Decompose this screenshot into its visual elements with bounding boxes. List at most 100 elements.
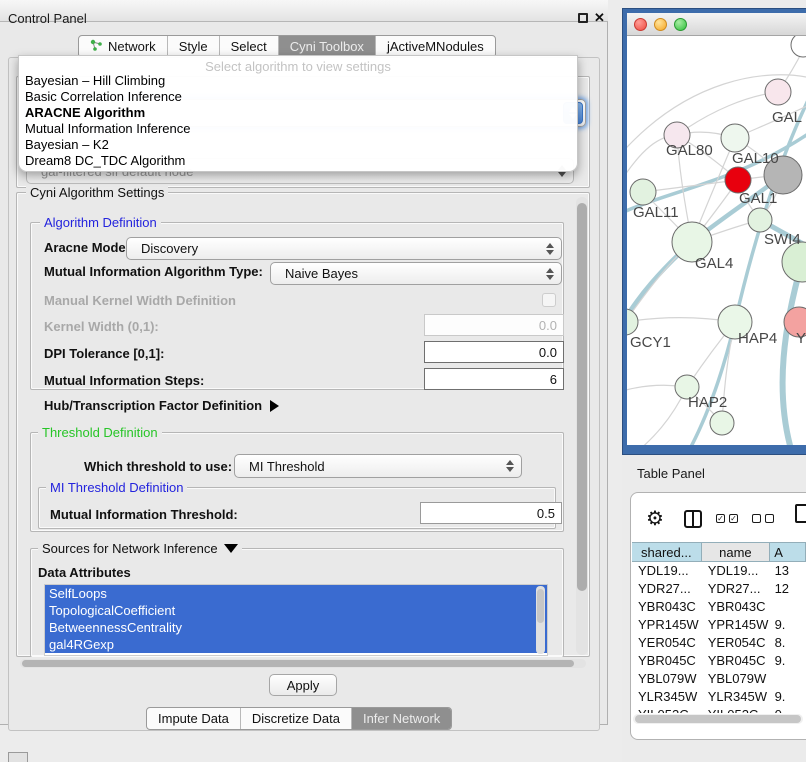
mi-type-combobox[interactable]: Naive Bayes [270, 262, 562, 285]
unchecked-checkbox-icon[interactable] [752, 514, 761, 523]
checked-checkbox-icon[interactable] [729, 514, 738, 523]
algorithm-option[interactable]: Bayesian – K2 [19, 137, 577, 153]
unchecked-checkbox-icon[interactable] [765, 514, 774, 523]
data-attribute-item[interactable]: gal4RGexp [45, 636, 547, 653]
dock-chip[interactable] [8, 752, 28, 762]
network-node[interactable] [627, 309, 638, 335]
algorithm-option[interactable]: Bayesian – Hill Climbing [19, 73, 577, 89]
data-attribute-item[interactable]: SelfLoops [45, 585, 547, 602]
algorithm-list: Bayesian – Hill ClimbingBasic Correlatio… [19, 73, 577, 169]
tab-style[interactable]: Style [168, 36, 220, 57]
settings-horizontal-scrollbar-thumb[interactable] [22, 660, 574, 667]
checked-checkbox-icon[interactable] [716, 514, 725, 523]
tab-jactivemnodules[interactable]: jActiveMNodules [376, 36, 495, 57]
data-attribute-item[interactable]: TopologicalCoefficient [45, 602, 547, 619]
close-traffic-light-icon[interactable] [634, 18, 647, 31]
table-cell: 13 [771, 562, 806, 580]
column-header-shared-name[interactable]: shared... [632, 542, 702, 562]
table-cell: YDR27... [702, 580, 771, 598]
combobox-stepper-icon [502, 455, 518, 477]
table-row[interactable]: YDR27...YDR27...12 [632, 580, 806, 598]
algorithm-option[interactable]: Basic Correlation Inference [19, 89, 577, 105]
list-scrollbar-thumb[interactable] [537, 589, 544, 623]
tab-discretize-data[interactable]: Discretize Data [241, 708, 352, 729]
network-node[interactable] [630, 179, 656, 205]
table-cell: YBR045C [632, 652, 702, 670]
network-node[interactable] [765, 79, 791, 105]
node-label: HAP4 [738, 330, 777, 347]
collapse-arrow-icon [224, 544, 238, 553]
tab-infer-network[interactable]: Infer Network [352, 708, 451, 729]
table-cell: YDL19... [702, 562, 771, 580]
close-icon[interactable]: ✕ [594, 10, 605, 26]
screen: Control Panel ✕ Network Style Select Cyn… [0, 0, 806, 762]
network-edge[interactable] [643, 180, 738, 192]
table-cell: YPR145W [702, 616, 771, 634]
hub-definition-expander[interactable]: Hub/Transcription Factor Definition [44, 398, 279, 413]
zoom-traffic-light-icon[interactable] [674, 18, 687, 31]
node-label: GAL [772, 109, 802, 126]
tab-network[interactable]: Network [79, 36, 168, 57]
network-node[interactable] [710, 411, 734, 435]
tab-impute-data[interactable]: Impute Data [147, 708, 241, 729]
settings-vertical-scrollbar-thumb[interactable] [577, 203, 587, 591]
column-header-partial[interactable]: A [770, 542, 806, 562]
table-cell: YBR043C [702, 598, 771, 616]
manual-kernel-checkbox[interactable] [542, 293, 556, 307]
table-cell: 9. [771, 688, 806, 706]
columns-icon[interactable] [684, 510, 702, 528]
network-node[interactable] [782, 242, 806, 282]
table-row[interactable]: YPR145WYPR145W9. [632, 616, 806, 634]
tab-label: Cyni Toolbox [290, 39, 364, 54]
node-label: Y [796, 330, 806, 347]
mi-type-label: Mutual Information Algorithm Type: [44, 264, 263, 279]
mi-steps-field[interactable]: 6 [424, 368, 564, 390]
dropdown-hint: Select algorithm to view settings [19, 56, 577, 73]
mi-threshold-field[interactable]: 0.5 [420, 502, 562, 524]
table-cell: 0. [771, 706, 806, 713]
network-edge[interactable] [783, 262, 802, 445]
data-attributes-list[interactable]: SelfLoopsTopologicalCoefficientBetweenne… [44, 584, 548, 656]
table-panel-title: Table Panel [637, 466, 705, 481]
tab-cyni-toolbox[interactable]: Cyni Toolbox [279, 36, 376, 57]
dpi-tolerance-field[interactable]: 0.0 [424, 341, 564, 363]
float-window-icon[interactable] [578, 13, 588, 23]
node-label: GAL1 [739, 190, 777, 207]
table-cell: YER054C [702, 634, 771, 652]
aracne-mode-combobox[interactable]: Discovery [126, 237, 562, 260]
algorithm-option[interactable]: Dream8 DC_TDC Algorithm [19, 153, 577, 169]
network-node[interactable] [748, 208, 772, 232]
table-row[interactable]: YER054CYER054C8. [632, 634, 806, 652]
table-row[interactable]: YLR345WYLR345W9. [632, 688, 806, 706]
network-node[interactable] [791, 36, 806, 57]
data-attribute-item[interactable]: BetweennessCentrality [45, 619, 547, 636]
table-row[interactable]: YBR043CYBR043C [632, 598, 806, 616]
network-canvas[interactable]: GALGAL80GAL10GAL1GAL11SWI4GAL4GCY1HAP4YH… [627, 36, 806, 445]
network-node[interactable] [721, 124, 749, 152]
gear-icon[interactable]: ⚙ [646, 506, 664, 531]
node-label: GAL80 [666, 142, 713, 159]
minimize-traffic-light-icon[interactable] [654, 18, 667, 31]
expand-arrow-icon [270, 400, 279, 412]
apply-button[interactable]: Apply [269, 674, 337, 696]
table-cell: YPR145W [632, 616, 702, 634]
sources-group-title[interactable]: Sources for Network Inference [38, 541, 242, 556]
combobox-stepper-icon [542, 263, 558, 284]
which-threshold-combobox[interactable]: MI Threshold [234, 454, 522, 478]
aracne-mode-label: Aracne Mode: [44, 240, 130, 255]
kernel-width-field[interactable]: 0.0 [424, 314, 564, 336]
column-header-name[interactable]: name [702, 542, 771, 562]
table-row[interactable]: YDL19...YDL19...13 [632, 562, 806, 580]
network-edge[interactable] [627, 387, 687, 445]
document-icon[interactable] [795, 504, 806, 523]
table-row[interactable]: YBL079WYBL079W [632, 670, 806, 688]
algorithm-option[interactable]: ARACNE Algorithm [19, 105, 577, 121]
table-row[interactable]: YBR045CYBR045C9. [632, 652, 806, 670]
table-row[interactable]: YIL052CYIL052C0. [632, 706, 806, 713]
node-label: GAL10 [732, 150, 779, 167]
which-threshold-label: Which threshold to use: [84, 459, 232, 474]
table-horizontal-scrollbar-thumb[interactable] [635, 715, 801, 723]
tab-select[interactable]: Select [220, 36, 279, 57]
algorithm-option[interactable]: Mutual Information Inference [19, 121, 577, 137]
threshold-definition-title: Threshold Definition [38, 425, 162, 440]
